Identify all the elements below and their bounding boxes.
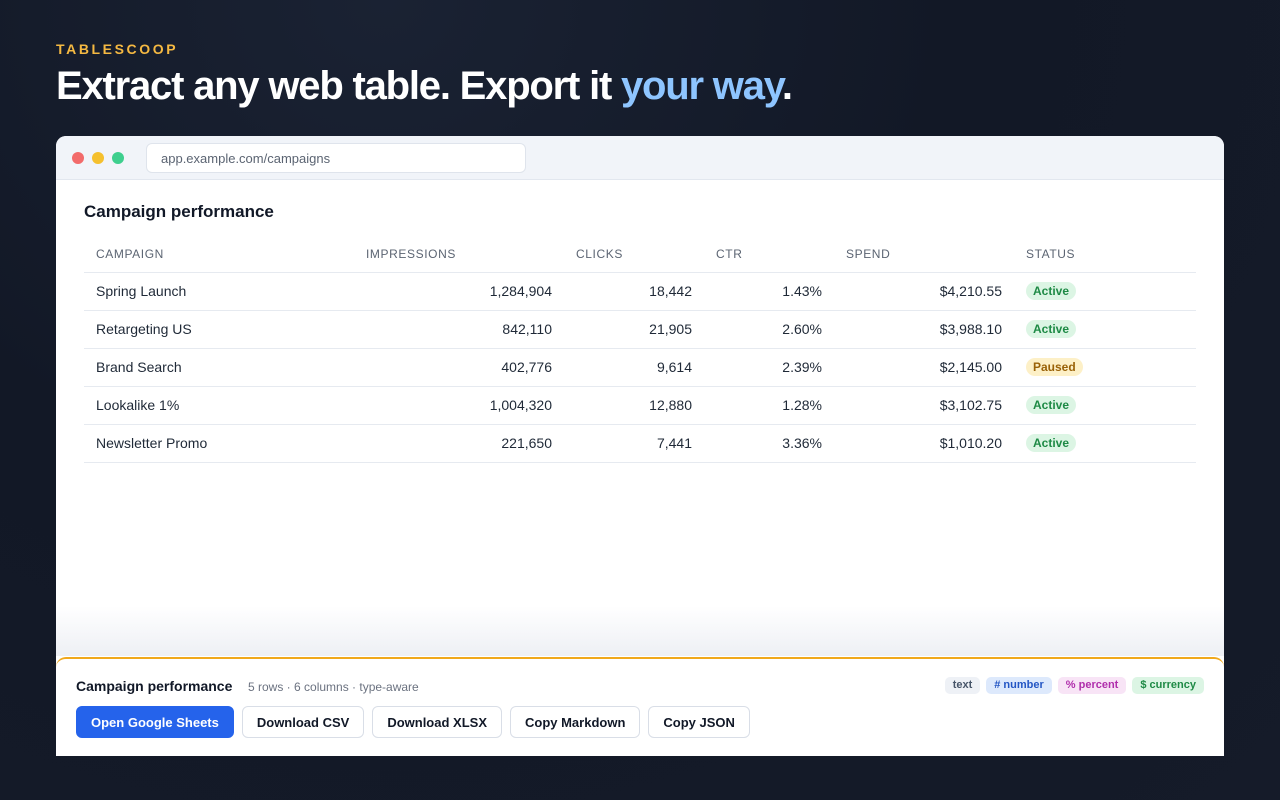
- brand-label: TABLESCOOP: [56, 41, 179, 57]
- table-row[interactable]: Brand Search 402,776 9,614 2.39% $2,145.…: [84, 348, 1196, 387]
- campaign-table: CAMPAIGN IMPRESSIONS CLICKS CTR SPEND ST…: [84, 236, 1196, 463]
- export-actions: Open Google Sheets Download CSV Download…: [76, 706, 750, 738]
- content-fade: [56, 606, 1224, 656]
- column-type-legend: text # number % percent $ currency: [944, 677, 1204, 694]
- table-row[interactable]: Spring Launch 1,284,904 18,442 1.43% $4,…: [84, 272, 1196, 311]
- cell-impressions: 1,004,320: [354, 386, 564, 425]
- browser-chrome: app.example.com/campaigns: [56, 136, 1224, 180]
- headline-accent: your way: [621, 64, 783, 108]
- headline-suffix: .: [781, 64, 793, 108]
- cell-impressions: 402,776: [354, 348, 564, 387]
- type-chip-number: # number: [986, 677, 1052, 694]
- column-header-ctr[interactable]: CTR: [704, 236, 834, 273]
- column-header-clicks[interactable]: CLICKS: [564, 236, 704, 273]
- cell-ctr: 2.39%: [704, 348, 834, 387]
- cell-status: Active: [1014, 386, 1196, 425]
- headline-prefix: Extract any web table. Export it: [56, 64, 622, 108]
- copy-markdown-button[interactable]: Copy Markdown: [509, 706, 641, 738]
- address-bar[interactable]: app.example.com/campaigns: [146, 143, 526, 173]
- status-badge: Active: [1026, 282, 1077, 300]
- cell-campaign: Brand Search: [84, 348, 354, 387]
- status-badge: Paused: [1026, 358, 1083, 376]
- cell-status: Active: [1014, 310, 1196, 349]
- cell-spend: $1,010.20: [834, 424, 1014, 463]
- cell-ctr: 3.36%: [704, 424, 834, 463]
- type-chip-percent: % percent: [1057, 677, 1127, 694]
- export-panel-meta: 5 rows · 6 columns · type-aware: [248, 680, 419, 694]
- maximize-window-dot[interactable]: [112, 152, 124, 164]
- cell-clicks: 7,441: [564, 424, 704, 463]
- cell-clicks: 9,614: [564, 348, 704, 387]
- cell-status: Active: [1014, 424, 1196, 463]
- cell-clicks: 12,880: [564, 386, 704, 425]
- status-badge: Active: [1026, 396, 1077, 414]
- browser-window: app.example.com/campaigns Campaign perfo…: [56, 136, 1224, 756]
- cell-ctr: 2.60%: [704, 310, 834, 349]
- cell-campaign: Retargeting US: [84, 310, 354, 349]
- column-header-impressions[interactable]: IMPRESSIONS: [354, 236, 564, 273]
- status-badge: Active: [1026, 434, 1077, 452]
- headline: Extract any web table. Export it your wa…: [56, 64, 793, 109]
- page-content: Campaign performance CAMPAIGN IMPRESSION…: [84, 202, 1196, 463]
- download-csv-button[interactable]: Download CSV: [241, 706, 365, 738]
- table-row[interactable]: Newsletter Promo 221,650 7,441 3.36% $1,…: [84, 424, 1196, 463]
- cell-ctr: 1.43%: [704, 272, 834, 311]
- cell-spend: $3,988.10: [834, 310, 1014, 349]
- column-header-campaign[interactable]: CAMPAIGN: [84, 236, 354, 273]
- export-panel: Campaign performance 5 rows · 6 columns …: [56, 657, 1224, 756]
- column-header-status[interactable]: STATUS: [1014, 236, 1196, 273]
- cell-impressions: 221,650: [354, 424, 564, 463]
- minimize-window-dot[interactable]: [92, 152, 104, 164]
- cell-impressions: 1,284,904: [354, 272, 564, 311]
- table-row[interactable]: Retargeting US 842,110 21,905 2.60% $3,9…: [84, 310, 1196, 349]
- cell-spend: $2,145.00: [834, 348, 1014, 387]
- cell-clicks: 18,442: [564, 272, 704, 311]
- table-header-row: CAMPAIGN IMPRESSIONS CLICKS CTR SPEND ST…: [84, 236, 1196, 273]
- type-chip-currency: $ currency: [1132, 677, 1204, 694]
- cell-impressions: 842,110: [354, 310, 564, 349]
- cell-campaign: Lookalike 1%: [84, 386, 354, 425]
- cell-clicks: 21,905: [564, 310, 704, 349]
- export-panel-title: Campaign performance: [76, 678, 233, 694]
- table-row[interactable]: Lookalike 1% 1,004,320 12,880 1.28% $3,1…: [84, 386, 1196, 425]
- cell-ctr: 1.28%: [704, 386, 834, 425]
- cell-status: Paused: [1014, 348, 1196, 387]
- status-badge: Active: [1026, 320, 1077, 338]
- table-title: Campaign performance: [84, 202, 274, 221]
- cell-campaign: Spring Launch: [84, 272, 354, 311]
- cell-spend: $4,210.55: [834, 272, 1014, 311]
- column-header-spend[interactable]: SPEND: [834, 236, 1014, 273]
- type-chip-text: text: [944, 677, 981, 694]
- copy-json-button[interactable]: Copy JSON: [648, 706, 750, 738]
- cell-campaign: Newsletter Promo: [84, 424, 354, 463]
- download-xlsx-button[interactable]: Download XLSX: [372, 706, 502, 738]
- open-google-sheets-button[interactable]: Open Google Sheets: [76, 706, 234, 738]
- cell-status: Active: [1014, 272, 1196, 311]
- cell-spend: $3,102.75: [834, 386, 1014, 425]
- close-window-dot[interactable]: [72, 152, 84, 164]
